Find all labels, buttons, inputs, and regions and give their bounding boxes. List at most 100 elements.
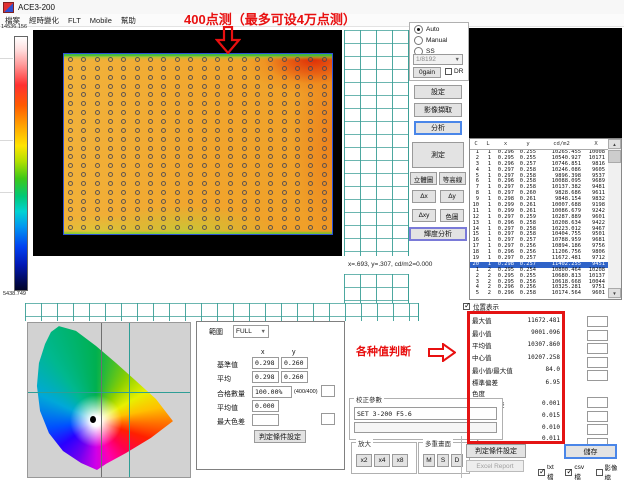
colorbar-max-label: 14536.156	[1, 24, 27, 30]
luminance-display[interactable]	[33, 30, 342, 256]
measure-point	[161, 181, 166, 186]
measure-point	[121, 128, 126, 133]
multi-button-s[interactable]: S	[437, 454, 449, 467]
measure-point	[242, 154, 247, 159]
shutter-select[interactable]: 1/8192 ▼	[413, 54, 463, 65]
pass-count-field[interactable]: 100.00%	[252, 386, 292, 398]
average-y-field[interactable]: 0.260	[281, 371, 308, 383]
luminance-analysis-button[interactable]: 輝度分析	[409, 227, 467, 241]
measure-point	[202, 190, 207, 195]
measurement-table[interactable]: CLxycd/m2X 110.2960.25510265.45510008210…	[469, 138, 622, 300]
settings-button[interactable]: 設定	[414, 85, 462, 99]
measure-point	[135, 172, 140, 177]
measure-point	[148, 119, 153, 124]
average-x-field[interactable]: 0.298	[252, 371, 279, 383]
measure-point	[308, 128, 313, 133]
zoom-button-x2[interactable]: x2	[356, 454, 372, 467]
measure-point	[308, 163, 313, 168]
measure-button[interactable]: 測定	[412, 142, 464, 168]
delta-x-button[interactable]: Δx	[412, 190, 436, 203]
scroll-up-icon[interactable]: ▲	[608, 139, 621, 149]
menu-item-2[interactable]: FLT	[68, 16, 81, 25]
measure-point	[121, 119, 126, 124]
measure-point	[202, 181, 207, 186]
measure-point	[188, 119, 193, 124]
menu-item-3[interactable]: Mobile	[90, 16, 112, 25]
measure-point	[188, 172, 193, 177]
measure-point	[81, 119, 86, 124]
file-check-影像檔[interactable]: 影像檔	[596, 462, 624, 480]
measure-point	[282, 84, 287, 89]
cie-gridline-vertical	[101, 323, 102, 477]
contour-button[interactable]: 等高線	[439, 172, 466, 185]
measure-point	[322, 101, 327, 106]
judge-condition-button-2[interactable]: 判定條件設定	[466, 444, 526, 458]
measure-point	[255, 163, 260, 168]
file-check-txt檔[interactable]: txt檔	[538, 464, 560, 480]
measure-point	[282, 128, 287, 133]
range-select[interactable]: FULL ▼	[233, 325, 269, 338]
stereo-button[interactable]: 立體圖	[410, 172, 437, 185]
window-title: ACE3-200	[18, 3, 55, 12]
table-row[interactable]: 520.2960.25810174.5649601	[470, 291, 621, 297]
measure-point	[322, 137, 327, 142]
measure-point	[175, 128, 180, 133]
heatmap-image[interactable]	[63, 53, 333, 235]
measure-point	[108, 57, 113, 62]
gain-button[interactable]: 0gain	[413, 67, 441, 78]
measure-point	[295, 216, 300, 221]
measure-point	[175, 57, 180, 62]
dr-check[interactable]: DR	[445, 68, 463, 75]
measure-point	[95, 101, 100, 106]
measure-point	[322, 190, 327, 195]
scroll-thumb[interactable]	[608, 150, 621, 163]
measure-point	[268, 84, 273, 89]
file-check-label: txt檔	[547, 464, 560, 480]
stat-result-box	[587, 343, 608, 354]
analyze-button[interactable]: 分析	[414, 121, 462, 135]
table-body[interactable]: 110.2960.25510265.45510008210.2950.25510…	[470, 150, 621, 298]
measure-point	[268, 128, 273, 133]
colormap-button[interactable]: 色圖	[440, 209, 464, 222]
measure-point	[308, 146, 313, 151]
menu-item-4[interactable]: 幫助	[121, 15, 136, 26]
measure-point	[81, 181, 86, 186]
save-button[interactable]: 儲存	[564, 444, 617, 459]
measure-point	[135, 207, 140, 212]
measure-point	[242, 128, 247, 133]
reference-y-field[interactable]: 0.260	[281, 357, 308, 369]
image-capture-button[interactable]: 影像擷取	[414, 103, 462, 117]
average2-label: 平均值	[217, 403, 238, 413]
table-scrollbar[interactable]: ▲ ▼	[608, 139, 621, 299]
measure-point	[282, 172, 287, 177]
measure-point	[108, 146, 113, 151]
average2-field[interactable]: 0.000	[252, 400, 279, 412]
delta-xy-button[interactable]: Δxy	[412, 209, 436, 222]
zoom-button-x4[interactable]: x4	[374, 454, 390, 467]
measure-point	[268, 190, 273, 195]
menu-item-1[interactable]: 經時變化	[29, 15, 59, 26]
reference-x-field[interactable]: 0.298	[252, 357, 279, 369]
file-check-csv檔[interactable]: csv檔	[565, 464, 590, 480]
measure-point	[188, 57, 193, 62]
measure-point	[188, 137, 193, 142]
measure-point	[282, 216, 287, 221]
radio-manual[interactable]: Manual	[414, 36, 468, 45]
multi-button-m[interactable]: M	[423, 454, 435, 467]
judge-condition-button[interactable]: 判定條件設定	[254, 430, 306, 443]
measure-point	[135, 84, 140, 89]
measure-point	[202, 128, 207, 133]
measure-point	[228, 84, 233, 89]
measure-point	[81, 128, 86, 133]
measure-point	[215, 163, 220, 168]
stat-result-boxes-1	[587, 316, 608, 384]
measure-point	[215, 101, 220, 106]
scroll-down-icon[interactable]: ▼	[608, 288, 621, 298]
max-colordiff-field[interactable]	[252, 414, 279, 426]
delta-y-button[interactable]: Δy	[440, 190, 464, 203]
measure-point	[268, 146, 273, 151]
zoom-button-x8[interactable]: x8	[392, 454, 408, 467]
cie-diagram-panel	[27, 322, 191, 478]
radio-auto[interactable]: Auto	[414, 25, 468, 34]
excel-report-button[interactable]: Excel Report	[466, 460, 524, 472]
